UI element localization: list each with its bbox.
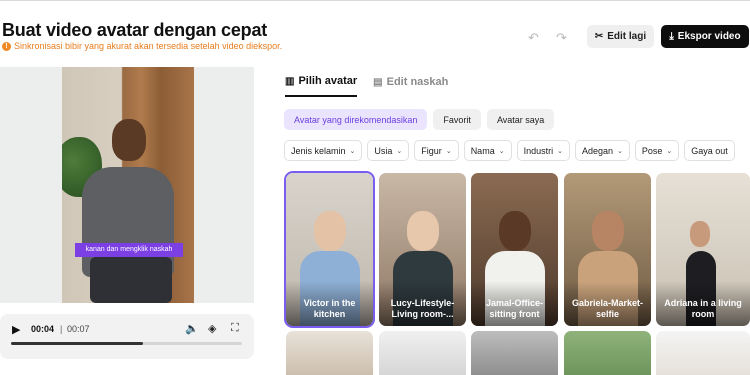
volume-icon[interactable]: 🔈 [185,322,199,335]
filter-label: Nama [470,145,495,156]
filter-label: Industri [523,145,554,156]
tab-label: Pilih avatar [298,75,358,87]
progress-fill [11,342,143,345]
chevron-down-icon: ⌄ [666,147,673,155]
avatar-face [499,211,531,251]
presenter-legs [90,257,172,303]
top-divider [0,0,750,1]
avatar-card[interactable] [471,331,558,375]
avatar-name: Adriana in a living room [664,298,742,319]
filter-age[interactable]: Usia ⌄ [367,140,410,161]
export-video-button[interactable]: ⤓ Ekspor video [661,25,749,48]
fullscreen-icon[interactable]: ⛶ [231,322,239,335]
filter-label: Usia [374,145,393,156]
avatar-video-frame [62,67,194,303]
filter-label: Jenis kelamin [291,145,346,156]
avatar-card[interactable]: Jamal-Office-sitting front [471,173,558,326]
avatar-face [407,211,439,251]
chevron-down-icon: ⌄ [498,147,505,155]
avatar-icon: ▥ [285,75,295,87]
filter-label: Gaya out [691,145,728,156]
presenter-head [112,119,146,161]
edit-again-label: Edit lagi [607,31,647,42]
avatar-card[interactable]: Victor in the kitchen [284,171,375,328]
filter-scene[interactable]: Adegan ⌄ [574,140,630,161]
chip-my-avatars[interactable]: Avatar saya [486,109,555,130]
current-time: 00:04 [31,324,55,334]
document-icon: ▤ [373,76,383,88]
avatar-card[interactable]: Lucy-Lifestyle-Living room-... [379,173,466,326]
page-title: Buat video avatar dengan cepat [2,20,268,40]
avatar-card[interactable]: Gabriela-Market-selfie [564,173,651,326]
warning-icon: ! [2,41,11,51]
tab-label: Edit naskah [386,76,449,88]
chevron-down-icon: ⌄ [349,147,356,155]
player-controls: ▶ 00:04 | 00:07 🔈 ◈ ⛶ [0,314,254,359]
filter-gender[interactable]: Jenis kelamin ⌄ [284,140,363,161]
avatar-face [592,211,624,251]
avatar-card[interactable]: Adriana in a living room [656,173,750,326]
filter-name[interactable]: Nama ⌄ [463,140,512,161]
notice-text: Sinkronisasi bibir yang akurat akan ters… [14,41,283,51]
filter-industry[interactable]: Industri ⌄ [516,140,570,161]
tab-edit-script[interactable]: ▤ Edit naskah [373,75,448,97]
undo-icon[interactable]: ↶ [528,30,539,46]
tab-bar: ▥ Pilih avatar ▤ Edit naskah [285,75,464,97]
filter-figure[interactable]: Figur ⌄ [414,140,459,161]
time-separator: | [60,324,63,334]
filter-label: Figur [421,145,442,156]
scissors-icon: ✂ [594,31,604,42]
avatar-name: Jamal-Office-sitting front [485,298,544,319]
progress-bar[interactable] [11,342,242,345]
chevron-down-icon: ⌄ [396,147,403,155]
avatar-card[interactable] [564,331,651,375]
chevron-down-icon: ⌄ [445,147,452,155]
download-icon: ⤓ [669,31,674,42]
avatar-name: Lucy-Lifestyle-Living room-... [390,298,455,319]
effects-icon[interactable]: ◈ [208,322,216,335]
chip-favorites[interactable]: Favorit [433,109,481,130]
avatar-card[interactable] [656,331,750,375]
filter-pose[interactable]: Pose ⌄ [634,140,680,161]
lip-sync-notice: ! Sinkronisasi bibir yang akurat akan te… [2,41,282,51]
avatar-card[interactable] [286,331,373,375]
chevron-down-icon: ⌄ [617,147,623,155]
tab-choose-avatar[interactable]: ▥ Pilih avatar [285,75,358,97]
chevron-down-icon: ⌄ [557,147,563,155]
avatar-category-chips: Avatar yang direkomendasikan Favorit Ava… [284,109,560,130]
filter-bar: Jenis kelamin ⌄ Usia ⌄ Figur ⌄ Nama ⌄ Indust… [284,140,750,161]
avatar-name: Gabriela-Market-selfie [571,298,644,319]
avatar-card[interactable] [379,331,466,375]
filter-label: Pose [641,145,663,156]
play-icon[interactable]: ▶ [12,323,20,336]
avatar-name: Victor in the kitchen [303,298,356,319]
chip-recommended[interactable]: Avatar yang direkomendasikan [284,109,428,130]
filter-label: Adegan [581,145,613,156]
total-time: 00:07 [67,324,90,334]
filter-style[interactable]: Gaya out [684,140,735,161]
edit-again-button[interactable]: ✂ Edit lagi [587,25,654,48]
avatar-face [314,211,346,251]
avatar-face [690,221,710,247]
redo-icon[interactable]: ↷ [556,30,567,46]
export-label: Ekspor video [677,31,741,42]
subtitle-caption[interactable]: kanan dan mengklik naskah [75,243,183,257]
video-preview[interactable] [0,67,254,303]
